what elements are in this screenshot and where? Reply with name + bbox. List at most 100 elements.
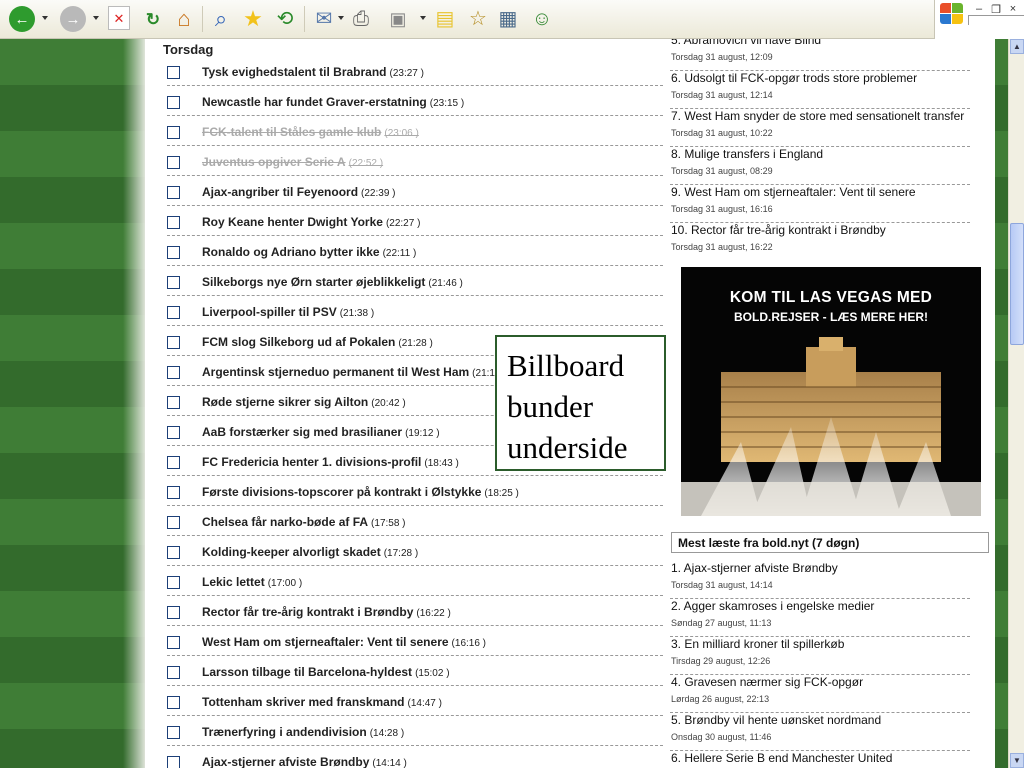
news-link[interactable]: Røde stjerne sikrer sig Ailton (20:42 ) <box>202 395 406 409</box>
news-checkbox[interactable] <box>167 516 180 529</box>
news-checkbox[interactable] <box>167 756 180 768</box>
research-icon[interactable]: ☆ <box>465 6 491 32</box>
news-link[interactable]: Silkeborgs nye Ørn starter øjeblikkeligt… <box>202 275 463 289</box>
news-checkbox[interactable] <box>167 696 180 709</box>
news-link[interactable]: FCM slog Silkeborg ud af Pokalen (21:28 ) <box>202 335 433 349</box>
news-title: Trænerfyring i andendivision <box>202 725 367 739</box>
news-checkbox[interactable] <box>167 336 180 349</box>
news-title: Tottenham skriver med franskmand <box>202 695 405 709</box>
article-link[interactable]: 8. Mulige transfers i England <box>671 147 823 161</box>
article-link[interactable]: 4. Gravesen nærmer sig FCK-opgør <box>671 675 863 689</box>
news-link[interactable]: Ajax-angriber til Feyenoord (22:39 ) <box>202 185 396 199</box>
news-link[interactable]: Juventus opgiver Serie A (22:52 ) <box>202 155 383 169</box>
article-date: Søndag 27 august, 11:13 <box>671 618 772 628</box>
news-title: Rector får tre-årig kontrakt i Brøndby <box>202 605 414 619</box>
scroll-thumb[interactable] <box>1010 223 1024 345</box>
forward-dropdown-icon[interactable] <box>93 16 99 20</box>
news-link[interactable]: AaB forstærker sig med brasilianer (19:12… <box>202 425 440 439</box>
top-news-item: 8. Mulige transfers i England Torsdag 31 … <box>670 147 970 185</box>
article-link[interactable]: 3. En milliard kroner til spillerkøb <box>671 637 844 651</box>
news-link[interactable]: Roy Keane henter Dwight Yorke (22:27 ) <box>202 215 420 229</box>
news-checkbox[interactable] <box>167 546 180 559</box>
mail-dropdown-icon[interactable] <box>338 16 344 20</box>
minimize-button[interactable]: – <box>973 3 985 15</box>
messenger-icon[interactable]: ☺ <box>529 6 555 32</box>
article-date: Lørdag 26 august, 22:13 <box>671 694 770 704</box>
pitch-background-left <box>0 39 145 768</box>
toolbar-separator <box>304 6 305 32</box>
refresh-icon[interactable]: ↻ <box>140 6 166 32</box>
search-icon[interactable]: ⌕ <box>208 6 234 32</box>
news-link[interactable]: Rector får tre-årig kontrakt i Brøndby (1… <box>202 605 451 619</box>
stop-icon[interactable]: ✕ <box>108 6 130 30</box>
news-link[interactable]: Argentinsk stjerneduo permanent til West… <box>202 365 495 379</box>
page-content: Torsdag Tysk evighedstalent til Brabrand… <box>145 39 995 768</box>
news-time: (21:1 <box>472 368 495 379</box>
news-item: FCK-talent til Ståles gamle klub (23:06 ) <box>167 116 663 146</box>
article-link[interactable]: 2. Agger skamroses i engelske medier <box>671 599 874 613</box>
article-link[interactable]: 6. Udsolgt til FCK-opgør trods store pro… <box>671 71 917 85</box>
article-link[interactable]: 7. West Ham snyder de store med sensatio… <box>671 109 964 123</box>
news-link[interactable]: West Ham om stjerneaftaler: Vent til sen… <box>202 635 486 649</box>
news-checkbox[interactable] <box>167 156 180 169</box>
news-checkbox[interactable] <box>167 126 180 139</box>
edit-icon[interactable]: ▣ <box>385 6 411 32</box>
scroll-up-arrow-icon[interactable]: ▲ <box>1010 39 1024 54</box>
news-link[interactable]: Kolding-keeper alvorligt skadet (17:28 ) <box>202 545 418 559</box>
history-icon[interactable]: ⟲ <box>272 6 298 32</box>
article-link[interactable]: 10. Rector får tre-årig kontrakt i Brønd… <box>671 223 886 237</box>
news-checkbox[interactable] <box>167 66 180 79</box>
news-link[interactable]: Newcastle har fundet Graver-erstatning (2… <box>202 95 464 109</box>
vertical-scrollbar[interactable]: ▲ ▼ <box>1008 39 1024 768</box>
news-link[interactable]: Chelsea får narko-bøde af FA (17:58 ) <box>202 515 406 529</box>
scroll-down-arrow-icon[interactable]: ▼ <box>1010 753 1024 768</box>
news-checkbox[interactable] <box>167 726 180 739</box>
news-link[interactable]: Tysk evighedstalent til Brabrand (23:27 ) <box>202 65 424 79</box>
news-link[interactable]: FCK-talent til Ståles gamle klub (23:06 ) <box>202 125 419 139</box>
news-checkbox[interactable] <box>167 306 180 319</box>
news-checkbox[interactable] <box>167 216 180 229</box>
news-checkbox[interactable] <box>167 366 180 379</box>
news-link[interactable]: Trænerfyring i andendivision (14:28 ) <box>202 725 404 739</box>
article-link[interactable]: 1. Ajax-stjerner afviste Brøndby <box>671 561 838 575</box>
news-checkbox[interactable] <box>167 576 180 589</box>
news-link[interactable]: FC Fredericia henter 1. divisions-profil… <box>202 455 459 469</box>
news-checkbox[interactable] <box>167 396 180 409</box>
news-checkbox[interactable] <box>167 246 180 259</box>
news-link[interactable]: Ajax-stjerner afviste Brøndby (14:14 ) <box>202 755 407 768</box>
news-checkbox[interactable] <box>167 186 180 199</box>
news-link[interactable]: Larsson tilbage til Barcelona-hyldest (15… <box>202 665 450 679</box>
edit-dropdown-icon[interactable] <box>420 16 426 20</box>
article-link[interactable]: 5. Abramovich vil have Blind <box>671 39 821 47</box>
news-link[interactable]: Ronaldo og Adriano bytter ikke (22:11 ) <box>202 245 416 259</box>
discuss-icon[interactable]: ▤ <box>432 6 458 32</box>
las-vegas-ad-banner[interactable]: KOM TIL LAS VEGAS MED BOLD.REJSER - LÆS … <box>681 267 981 516</box>
news-link[interactable]: Første divisions-topscorer på kontrakt i… <box>202 485 519 499</box>
news-checkbox[interactable] <box>167 276 180 289</box>
news-title: FCM slog Silkeborg ud af Pokalen <box>202 335 396 349</box>
back-dropdown-icon[interactable] <box>42 16 48 20</box>
media-icon[interactable]: ▦ <box>495 6 521 32</box>
news-checkbox[interactable] <box>167 426 180 439</box>
close-button[interactable]: × <box>1007 3 1019 15</box>
article-link[interactable]: 6. Hellere Serie B end Manchester United <box>671 751 892 765</box>
back-icon[interactable]: ← <box>9 6 35 32</box>
most-read-item: 4. Gravesen nærmer sig FCK-opgør Lørdag 2… <box>670 675 970 713</box>
print-icon[interactable]: ⎙ <box>348 6 374 32</box>
mail-icon[interactable]: ✉ <box>311 6 337 32</box>
news-link[interactable]: Liverpool-spiller til PSV (21:38 ) <box>202 305 374 319</box>
news-checkbox[interactable] <box>167 666 180 679</box>
news-link[interactable]: Lekic lettet (17:00 ) <box>202 575 302 589</box>
article-link[interactable]: 5. Brøndby vil hente uønsket nordmand <box>671 713 881 727</box>
home-icon[interactable]: ⌂ <box>171 6 197 32</box>
news-link[interactable]: Tottenham skriver med franskmand (14:47 ) <box>202 695 442 709</box>
billboard-placeholder: Billboard bunder underside <box>495 335 666 471</box>
news-checkbox[interactable] <box>167 456 180 469</box>
news-checkbox[interactable] <box>167 96 180 109</box>
article-link[interactable]: 9. West Ham om stjerneaftaler: Vent til … <box>671 185 916 199</box>
news-checkbox[interactable] <box>167 486 180 499</box>
forward-icon[interactable]: → <box>60 6 86 32</box>
favorites-icon[interactable]: ★ <box>240 6 266 32</box>
news-checkbox[interactable] <box>167 606 180 619</box>
news-checkbox[interactable] <box>167 636 180 649</box>
